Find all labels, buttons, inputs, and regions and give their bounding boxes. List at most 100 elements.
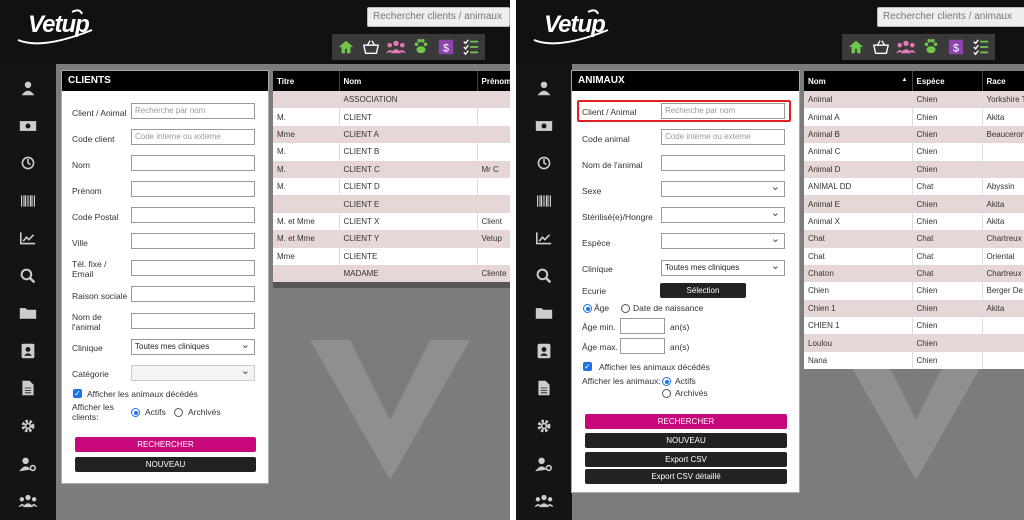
table-row[interactable]: Chat Chat Oriental bbox=[804, 247, 1024, 265]
table-row[interactable]: ASSOCIATION bbox=[273, 91, 510, 109]
column-header[interactable]: Prénom bbox=[477, 71, 510, 91]
sexe-select[interactable] bbox=[661, 181, 785, 197]
cash-icon[interactable] bbox=[534, 116, 554, 136]
gear-icon[interactable] bbox=[534, 416, 554, 436]
clinique-select[interactable]: Toutes mes cliniques bbox=[131, 339, 255, 355]
barcode-icon[interactable] bbox=[18, 191, 38, 211]
table-scrollbar[interactable] bbox=[273, 282, 510, 288]
table-row[interactable]: Chat Chat Chartreux bbox=[804, 230, 1024, 248]
contact-icon[interactable] bbox=[18, 341, 38, 361]
folder-icon[interactable] bbox=[534, 303, 554, 323]
vetup-logo[interactable]: Vetup bbox=[528, 6, 614, 48]
espece-select[interactable] bbox=[661, 233, 785, 249]
column-header[interactable]: Race bbox=[982, 71, 1024, 91]
client-animal-input[interactable]: Recherche par nom bbox=[661, 103, 785, 119]
home-icon[interactable] bbox=[336, 37, 356, 57]
document-icon[interactable] bbox=[534, 378, 554, 398]
users-icon[interactable] bbox=[386, 37, 406, 57]
code-client-input[interactable]: Code interne ou externe bbox=[131, 129, 255, 145]
table-row[interactable]: M. CLIENT C Mr C bbox=[273, 160, 510, 178]
global-search-input[interactable]: Rechercher clients / animaux bbox=[367, 7, 510, 27]
table-row[interactable]: Animal C Chien bbox=[804, 143, 1024, 161]
table-row[interactable]: Animal B Chien Beauceron bbox=[804, 125, 1024, 144]
table-row[interactable]: Animal Chien Yorkshire T bbox=[804, 91, 1024, 109]
table-row[interactable]: Loulou Chien bbox=[804, 334, 1024, 352]
table-row[interactable]: ANIMAL DD Chat Abyssin bbox=[804, 177, 1024, 196]
code-postal-input[interactable] bbox=[131, 207, 255, 223]
vetup-logo[interactable]: Vetup bbox=[12, 6, 98, 48]
table-row[interactable]: M. CLIENT B bbox=[273, 143, 510, 161]
barcode-icon[interactable] bbox=[534, 191, 554, 211]
basket-icon[interactable] bbox=[361, 37, 381, 57]
tel-email-input[interactable] bbox=[131, 260, 255, 276]
table-row[interactable]: CHIEN 1 Chien bbox=[804, 317, 1024, 335]
document-icon[interactable] bbox=[18, 378, 38, 398]
deceased-checkbox[interactable]: ✓ bbox=[583, 362, 592, 371]
table-row[interactable]: Chien Chien Berger De bbox=[804, 282, 1024, 300]
column-header[interactable]: Espèce bbox=[912, 71, 983, 91]
table-row[interactable]: CLIENT E bbox=[273, 195, 510, 213]
table-row[interactable]: Animal X Chien Akita bbox=[804, 212, 1024, 231]
checklist-icon[interactable] bbox=[971, 37, 991, 57]
sterilise-select[interactable] bbox=[661, 207, 785, 223]
user-gear-icon[interactable] bbox=[534, 454, 554, 474]
age-min-input[interactable] bbox=[620, 318, 665, 334]
chart-icon[interactable] bbox=[534, 228, 554, 248]
chart-icon[interactable] bbox=[18, 228, 38, 248]
table-row[interactable]: Mme CLIENT A bbox=[273, 125, 510, 144]
dollar-icon[interactable]: $ bbox=[946, 37, 966, 57]
table-row[interactable]: M. et Mme CLIENT Y Vetup bbox=[273, 230, 510, 248]
nom-animal-input[interactable] bbox=[661, 155, 785, 171]
column-header[interactable]: Nom bbox=[339, 71, 478, 91]
group-icon[interactable] bbox=[18, 491, 38, 511]
search-button[interactable]: RECHERCHER bbox=[585, 414, 787, 429]
folder-icon[interactable] bbox=[18, 303, 38, 323]
table-row[interactable]: Animal E Chien Akita bbox=[804, 195, 1024, 213]
nom-animal-input[interactable] bbox=[131, 313, 255, 329]
column-header[interactable]: Titre bbox=[273, 71, 340, 91]
age-max-input[interactable] bbox=[620, 338, 665, 354]
history-icon[interactable] bbox=[18, 153, 38, 173]
table-row[interactable]: Animal D Chien bbox=[804, 160, 1024, 178]
paw-icon[interactable] bbox=[921, 37, 941, 57]
dollar-icon[interactable]: $ bbox=[436, 37, 456, 57]
client-animal-input[interactable]: Recherche par nom bbox=[131, 103, 255, 119]
new-button[interactable]: NOUVEAU bbox=[585, 433, 787, 448]
raison-sociale-input[interactable] bbox=[131, 286, 255, 302]
search-icon[interactable] bbox=[18, 266, 38, 286]
cash-icon[interactable] bbox=[18, 116, 38, 136]
export-csv-detailed-button[interactable]: Export CSV détaillé bbox=[585, 469, 787, 484]
actifs-radio[interactable] bbox=[131, 408, 140, 417]
actifs-radio[interactable] bbox=[662, 377, 671, 386]
paw-icon[interactable] bbox=[411, 37, 431, 57]
table-row[interactable]: Chaton Chat Chartreux bbox=[804, 264, 1024, 283]
user-gear-icon[interactable] bbox=[18, 454, 38, 474]
column-header[interactable]: Nom ▲ bbox=[804, 71, 913, 91]
table-row[interactable]: M. et Mme CLIENT X Client bbox=[273, 212, 510, 231]
search-icon[interactable] bbox=[534, 266, 554, 286]
table-row[interactable]: M. CLIENT D bbox=[273, 177, 510, 196]
table-row[interactable]: Animal A Chien Akita bbox=[804, 108, 1024, 126]
categorie-select[interactable] bbox=[131, 365, 255, 381]
search-button[interactable]: RECHERCHER bbox=[75, 437, 256, 452]
home-icon[interactable] bbox=[846, 37, 866, 57]
ville-input[interactable] bbox=[131, 233, 255, 249]
clinique-select[interactable]: Toutes mes cliniques bbox=[661, 260, 785, 276]
table-row[interactable]: M. CLIENT bbox=[273, 108, 510, 126]
table-row[interactable]: Chien 1 Chien Akita bbox=[804, 299, 1024, 318]
nom-input[interactable] bbox=[131, 155, 255, 171]
checklist-icon[interactable] bbox=[461, 37, 481, 57]
user-icon[interactable] bbox=[18, 78, 38, 98]
table-row[interactable]: MADAME Cliente bbox=[273, 264, 510, 283]
new-button[interactable]: NOUVEAU bbox=[75, 457, 256, 472]
table-row[interactable]: Mme CLIENTE bbox=[273, 247, 510, 265]
gear-icon[interactable] bbox=[18, 416, 38, 436]
ecurie-select-button[interactable]: Sélection bbox=[660, 283, 746, 298]
contact-icon[interactable] bbox=[534, 341, 554, 361]
history-icon[interactable] bbox=[534, 153, 554, 173]
deceased-checkbox[interactable]: ✓ bbox=[73, 389, 82, 398]
prenom-input[interactable] bbox=[131, 181, 255, 197]
archives-radio[interactable] bbox=[662, 389, 671, 398]
export-csv-button[interactable]: Export CSV bbox=[585, 452, 787, 467]
global-search-input[interactable]: Rechercher clients / animaux bbox=[877, 7, 1024, 27]
